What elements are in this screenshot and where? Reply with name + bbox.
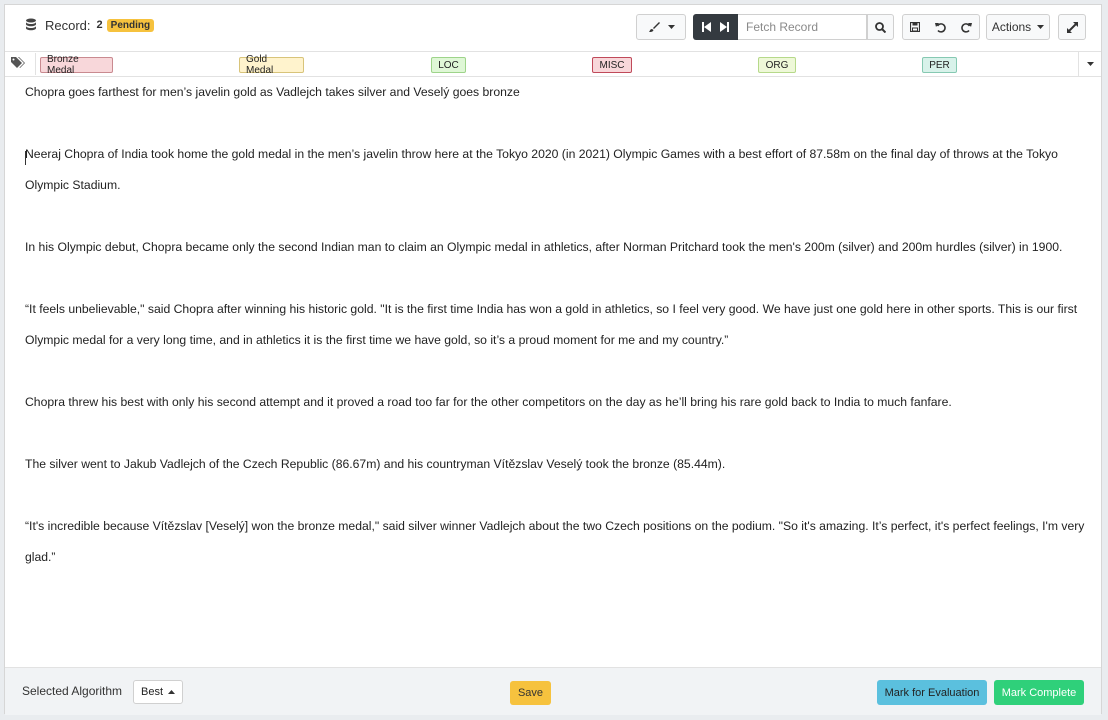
save-button[interactable]: Save (510, 681, 551, 705)
tag-per[interactable]: PER (922, 57, 957, 73)
paragraph: The silver went to Jakub Vadlejch of the… (25, 457, 726, 471)
document-text[interactable]: Chopra goes farthest for men’s javelin g… (25, 77, 1085, 667)
undo-icon[interactable] (934, 22, 946, 33)
tag-dropdown-button[interactable] (1078, 52, 1101, 76)
tag-bronze-medal[interactable]: Bronze Medal (40, 54, 113, 76)
caret-down-icon (1086, 62, 1094, 66)
tag-misc[interactable]: MISC (592, 57, 632, 73)
toolbar: Record: 2 Pending Acti (5, 5, 1101, 51)
paragraph: “It's incredible because Vítězslav [Vese… (25, 519, 1085, 564)
caret-up-icon (168, 690, 175, 694)
save-icon[interactable] (910, 22, 921, 32)
caret-down-icon (667, 24, 675, 29)
caret-down-icon (1037, 24, 1045, 29)
record-info: Record: 2 Pending (25, 15, 155, 35)
algorithm-value: Best (140, 686, 163, 698)
mark-for-evaluation-button[interactable]: Mark for Evaluation (877, 680, 987, 705)
footer-bar: Selected Algorithm Best Save Mark for Ev… (5, 667, 1101, 715)
brush-icon (648, 22, 660, 32)
actions-label: Actions (991, 20, 1032, 34)
expand-icon (1066, 21, 1078, 33)
text-cursor (25, 151, 26, 165)
record-navigation (693, 14, 738, 40)
tag-gold-medal[interactable]: Gold Medal (239, 54, 304, 76)
tag-loc[interactable]: LOC (431, 57, 466, 73)
database-icon (26, 18, 36, 31)
annotation-panel: Record: 2 Pending Acti (4, 4, 1102, 715)
algorithm-label: Selected Algorithm (22, 684, 123, 698)
step-backward-icon[interactable] (701, 22, 711, 32)
algorithm-select[interactable]: Best (133, 680, 183, 704)
tag-org[interactable]: ORG (758, 57, 796, 73)
expand-button[interactable] (1058, 14, 1086, 40)
document-headline: Chopra goes farthest for men’s javelin g… (25, 85, 520, 99)
edit-controls (902, 14, 980, 40)
brush-dropdown-button[interactable] (636, 14, 686, 40)
actions-dropdown-button[interactable]: Actions (986, 14, 1050, 40)
record-label: Record: (45, 17, 91, 33)
mark-complete-button[interactable]: Mark Complete (994, 680, 1084, 705)
fetch-record-input[interactable] (738, 14, 867, 40)
tag-bar: Bronze Medal Gold Medal LOC MISC ORG PER (5, 51, 1101, 77)
tag-list: Bronze Medal Gold Medal LOC MISC ORG PER (35, 53, 1084, 76)
redo-icon[interactable] (960, 22, 972, 33)
paragraph: In his Olympic debut, Chopra became only… (25, 240, 1063, 254)
status-badge: Pending (106, 18, 155, 32)
record-number: 2 (96, 19, 103, 31)
search-button[interactable] (867, 14, 894, 40)
search-icon (875, 21, 886, 33)
paragraph: Chopra threw his best with only his seco… (25, 395, 952, 409)
step-forward-icon[interactable] (720, 22, 730, 32)
paragraph: “It feels unbelievable," said Chopra aft… (25, 302, 1078, 347)
paragraph: Neeraj Chopra of India took home the gol… (25, 147, 1058, 192)
tags-icon (11, 57, 25, 68)
